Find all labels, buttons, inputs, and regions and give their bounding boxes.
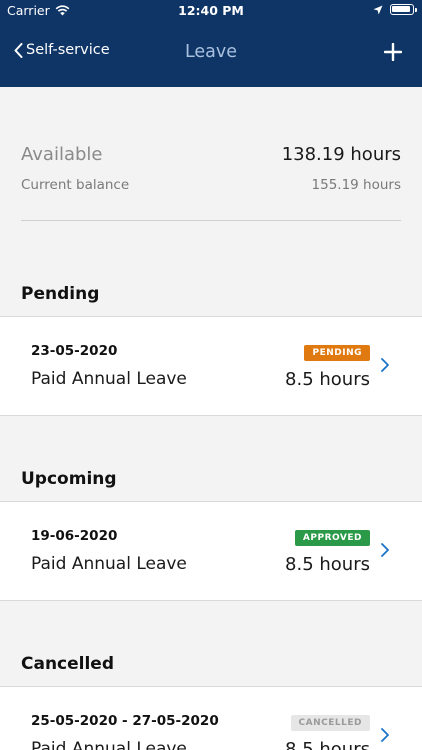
leave-hours: 8.5 hours — [285, 369, 370, 390]
leave-balance-summary: Available 138.19 hours Current balance 1… — [21, 144, 401, 193]
chevron-right-icon — [381, 543, 389, 557]
leave-request-card-upcoming[interactable]: 19-06-2020 Paid Annual Leave APPROVED 8.… — [0, 501, 422, 601]
current-balance-label: Current balance — [21, 177, 130, 193]
current-balance-value: 155.19 hours — [311, 177, 401, 193]
location-arrow-icon — [373, 5, 383, 14]
leave-type: Paid Annual Leave — [31, 369, 187, 389]
leave-date: 25-05-2020 - 27-05-2020 — [31, 713, 219, 729]
plus-icon — [383, 42, 403, 62]
status-badge-cancelled: CANCELLED — [290, 715, 370, 731]
page-title: Leave — [184, 42, 238, 62]
clock: 12:40 PM — [178, 3, 244, 18]
leave-date: 23-05-2020 — [31, 343, 118, 359]
chevron-right-icon — [381, 358, 389, 372]
leave-hours: 8.5 hours — [285, 554, 370, 575]
available-value: 138.19 hours — [281, 144, 401, 165]
section-title-pending: Pending — [21, 284, 100, 304]
section-title-cancelled: Cancelled — [21, 654, 115, 674]
divider — [21, 220, 401, 221]
leave-request-card-pending[interactable]: 23-05-2020 Paid Annual Leave PENDING 8.5… — [0, 316, 422, 416]
navigation-bar: Self-service Leave — [0, 30, 422, 78]
status-badge-approved: APPROVED — [294, 530, 370, 546]
battery-icon — [390, 4, 417, 15]
status-bar: Carrier 12:40 PM — [0, 0, 422, 22]
chevron-right-icon — [381, 728, 389, 742]
add-leave-button[interactable] — [383, 42, 403, 65]
section-title-upcoming: Upcoming — [21, 469, 117, 489]
leave-hours: 8.5 hours — [285, 739, 370, 750]
app-header: Carrier 12:40 PM Self-service Leave — [0, 0, 422, 87]
status-badge-pending: PENDING — [304, 345, 370, 361]
leave-type: Paid Annual Leave — [31, 739, 187, 750]
leave-date: 19-06-2020 — [31, 528, 118, 544]
leave-type: Paid Annual Leave — [31, 554, 187, 574]
available-label: Available — [21, 144, 103, 165]
leave-request-card-cancelled[interactable]: 25-05-2020 - 27-05-2020 Paid Annual Leav… — [0, 686, 422, 750]
